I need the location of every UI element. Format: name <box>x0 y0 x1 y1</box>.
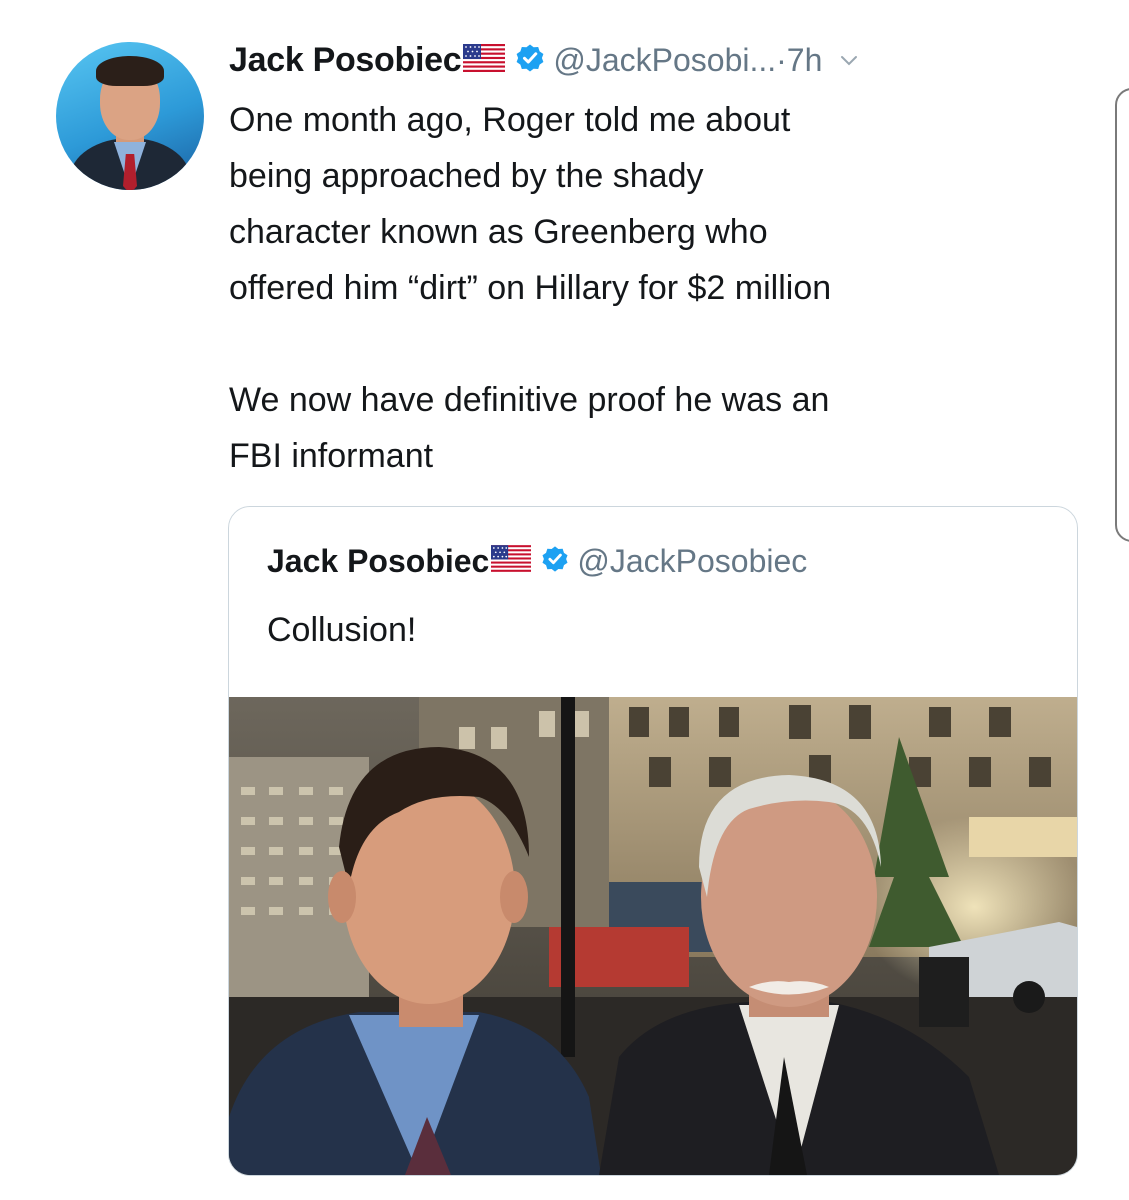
avatar-hair <box>96 56 164 86</box>
scroll-indicator[interactable] <box>1115 88 1129 542</box>
us-flag-icon <box>463 43 506 77</box>
verified-badge-icon <box>541 545 569 578</box>
tweet-text: One month ago, Roger told me about being… <box>229 101 832 475</box>
us-flag-icon <box>491 545 532 577</box>
quoted-author-name: Jack Posobiec <box>267 542 490 579</box>
chevron-down-icon[interactable] <box>840 54 858 72</box>
author-avatar[interactable] <box>56 42 204 190</box>
quoted-tweet[interactable]: Jack Posobiec @JackPosobiec Collusion! <box>228 506 1078 1176</box>
tweet-timestamp[interactable]: 7h <box>787 42 823 79</box>
separator-dot: · <box>776 41 787 78</box>
quoted-tweet-text: Collusion! <box>267 611 417 649</box>
quoted-tweet-header: Jack Posobiec @JackPosobiec <box>267 539 807 583</box>
quoted-tweet-photo[interactable] <box>229 697 1077 1175</box>
quoted-author-handle: @JackPosobiec <box>577 542 808 579</box>
author-name[interactable]: Jack Posobiec <box>229 41 462 80</box>
tweet-header: Jack Posobiec @JackPosobi... · 7h <box>229 38 858 82</box>
verified-badge-icon <box>515 43 545 78</box>
author-handle[interactable]: @JackPosobi... <box>553 42 776 79</box>
